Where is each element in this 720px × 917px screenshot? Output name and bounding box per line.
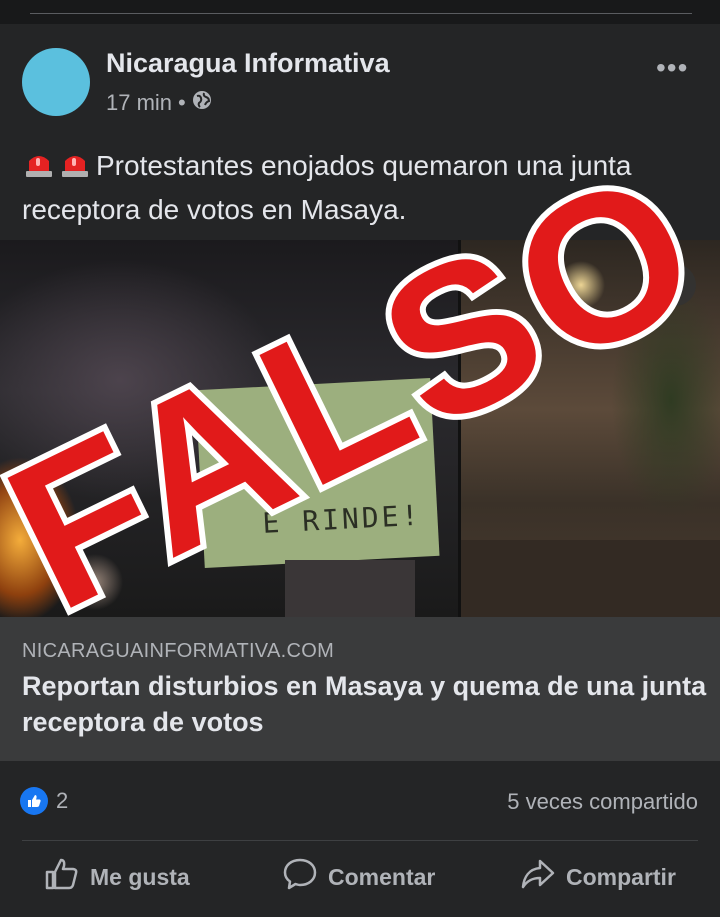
- banner-text: E RINDE!: [261, 498, 423, 540]
- post-text: Protestantes enojados quemaron una junta…: [22, 146, 702, 230]
- top-divider: [30, 13, 692, 14]
- shares-count[interactable]: 5 veces compartido: [507, 789, 698, 815]
- post-meta: 17 min •: [106, 90, 212, 116]
- globe-icon: [192, 90, 212, 116]
- share-button[interactable]: Compartir: [520, 856, 676, 898]
- reactions-summary[interactable]: 2: [20, 787, 68, 815]
- more-options-button[interactable]: •••: [656, 52, 688, 84]
- post-time[interactable]: 17 min: [106, 90, 172, 116]
- actions-divider: [22, 840, 698, 841]
- share-icon: [520, 856, 556, 898]
- comment-button[interactable]: Comentar: [282, 856, 435, 898]
- comment-label: Comentar: [328, 863, 436, 890]
- link-domain: NICARAGUAINFORMATIVA.COM: [22, 640, 335, 662]
- link-title[interactable]: Reportan disturbios en Masaya y quema de…: [22, 668, 712, 740]
- like-icon: [44, 856, 80, 898]
- protest-photo: E RINDE!: [0, 240, 458, 617]
- like-label: Me gusta: [90, 863, 190, 890]
- info-button[interactable]: i: [654, 264, 696, 306]
- reactions-count: 2: [56, 788, 69, 813]
- thumbs-up-icon: [20, 787, 48, 815]
- avatar[interactable]: [22, 48, 90, 116]
- protest-banner: E RINDE!: [195, 377, 440, 569]
- share-label: Compartir: [566, 863, 676, 890]
- street-shape: [461, 540, 720, 617]
- comment-icon: [282, 856, 318, 898]
- meta-separator: •: [178, 90, 186, 115]
- link-image[interactable]: E RINDE!: [0, 240, 720, 617]
- author-name[interactable]: Nicaragua Informativa: [106, 48, 390, 79]
- tree-shape: [611, 280, 720, 520]
- protester-silhouette: [285, 560, 415, 617]
- post-body: Protestantes enojados quemaron una junta…: [22, 150, 632, 225]
- action-bar: Me gusta Comentar Compartir: [0, 856, 720, 906]
- like-button[interactable]: Me gusta: [44, 856, 190, 898]
- siren-icon: [22, 149, 92, 190]
